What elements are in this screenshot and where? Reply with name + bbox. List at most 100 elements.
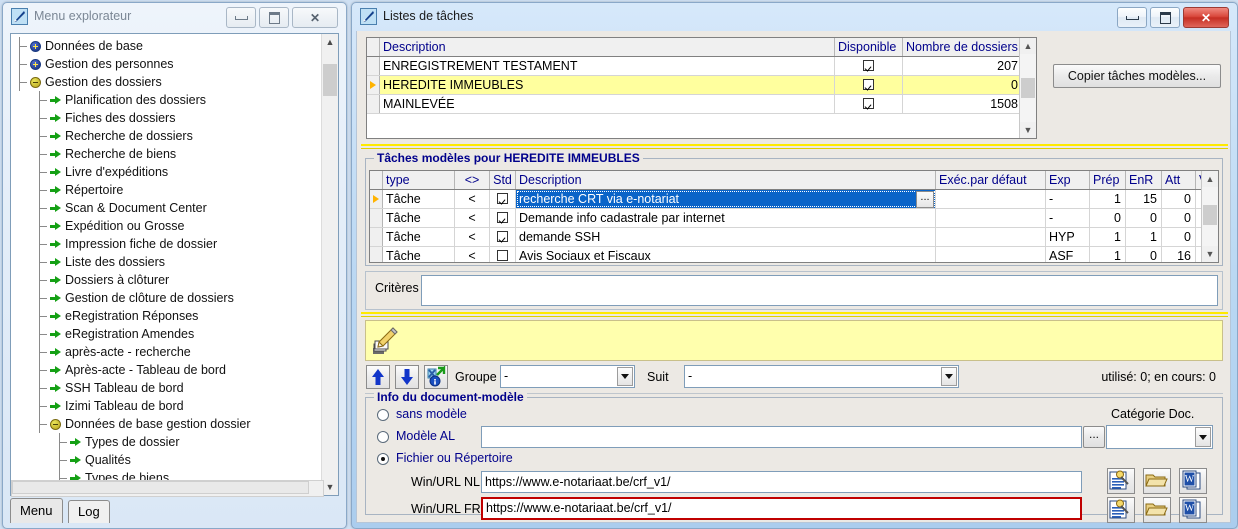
cell-att[interactable]: 16 <box>1162 247 1196 262</box>
cell-exp[interactable]: ASF <box>1046 247 1090 262</box>
chevron-down-icon[interactable] <box>617 367 633 386</box>
column-header-exp[interactable]: Exp <box>1046 171 1090 189</box>
tree-item-eregistration-amendes[interactable]: eRegistration Amendes <box>11 325 322 343</box>
tree-item-types-de-dossier[interactable]: Types de dossier <box>11 433 322 451</box>
column-header-enr[interactable]: EnR <box>1126 171 1162 189</box>
tab-menu[interactable]: Menu <box>10 498 63 523</box>
cell-nombre-dossiers[interactable]: 1508 <box>903 95 1023 113</box>
checkbox-std[interactable] <box>497 193 508 204</box>
tree-item-exp-dition-ou-grosse[interactable]: Expédition ou Grosse <box>11 217 322 235</box>
table-row[interactable]: Tâche<Avis Sociaux et FiscauxASF101690 <box>370 247 1218 262</box>
scroll-thumb[interactable] <box>1203 205 1217 225</box>
tree-item-impression-fiche-de-dossier[interactable]: Impression fiche de dossier <box>11 235 322 253</box>
tree-item-donn-es-de-base[interactable]: Données de base <box>11 37 322 55</box>
modele-al-browse-button[interactable]: ... <box>1083 426 1105 448</box>
chevron-down-icon[interactable] <box>941 367 957 386</box>
cell-prep[interactable]: 0 <box>1090 209 1126 227</box>
cell-comparator[interactable]: < <box>455 228 490 246</box>
edit-document-icon-button-nl[interactable] <box>1107 468 1135 494</box>
url-fr-input[interactable]: https://www.e-notariaat.be/crf_v1/ <box>481 497 1082 520</box>
left-window-titlebar[interactable]: Menu explorateur ✕ <box>3 3 346 30</box>
table-row[interactable]: Tâche<demande SSHHYP11060 <box>370 228 1218 247</box>
move-up-button[interactable] <box>366 365 390 389</box>
tree-item-gestion-de-cl-ture-de-dossiers[interactable]: Gestion de clôture de dossiers <box>11 289 322 307</box>
scroll-up-icon[interactable]: ▲ <box>322 34 338 50</box>
scroll-up-icon[interactable]: ▲ <box>1020 38 1036 54</box>
column-header-nombre-de-dossiers[interactable]: Nombre de dossiers <box>903 38 1023 56</box>
table-row[interactable]: Tâche < recherche CRT via e-notariat... -1 1… <box>370 190 1218 209</box>
cell-type[interactable]: Tâche <box>383 209 455 227</box>
table-row[interactable]: Tâche < Demande info cadastrale par intern… <box>370 209 1218 228</box>
scroll-down-icon[interactable]: ▼ <box>1202 246 1218 262</box>
maximize-button[interactable] <box>259 7 289 28</box>
tree-item-dossiers-cl-turer[interactable]: Dossiers à clôturer <box>11 271 322 289</box>
tree-item-izimi-tableau-de-bord[interactable]: Izimi Tableau de bord <box>11 397 322 415</box>
cell-std[interactable] <box>490 190 516 208</box>
lists-grid-scrollbar[interactable]: ▲ ▼ <box>1019 38 1036 138</box>
checkbox-disponible[interactable] <box>863 98 874 109</box>
tree-item-apr-s-acte-tableau-de-bord[interactable]: Après-acte - Tableau de bord <box>11 361 322 379</box>
column-header-description[interactable]: Description <box>516 171 936 189</box>
radio-sans-modele[interactable] <box>377 409 389 421</box>
hscroll-thumb[interactable] <box>12 481 309 494</box>
cell-disponible[interactable] <box>835 95 903 113</box>
close-button[interactable]: ✕ <box>292 7 338 28</box>
open-folder-icon-button-fr[interactable] <box>1143 497 1171 523</box>
plus-node-icon[interactable] <box>29 37 43 55</box>
cell-prep[interactable]: 1 <box>1090 247 1126 262</box>
tab-log[interactable]: Log <box>68 500 110 523</box>
tasks-grid-scrollbar[interactable]: ▲ ▼ <box>1201 171 1218 262</box>
cell-disponible[interactable] <box>835 76 903 94</box>
tree-item-eregistration-r-ponses[interactable]: eRegistration Réponses <box>11 307 322 325</box>
tree-item-qualit-s[interactable]: Qualités <box>11 451 322 469</box>
suit-select[interactable]: - <box>684 365 959 388</box>
close-button[interactable]: ✕ <box>1183 7 1229 28</box>
checkbox-std[interactable] <box>497 250 508 261</box>
cell-att[interactable]: 0 <box>1162 190 1196 208</box>
minus-node-icon[interactable] <box>49 415 63 433</box>
template-tasks-rows[interactable]: Tâche < recherche CRT via e-notariat... -1 1… <box>370 190 1218 262</box>
cell-enr[interactable]: 0 <box>1126 209 1162 227</box>
word-document-icon-button-nl[interactable]: W <box>1179 468 1207 494</box>
minus-node-icon[interactable] <box>29 73 43 91</box>
radio-modele-al[interactable] <box>377 431 389 443</box>
checkbox-disponible[interactable] <box>863 60 874 71</box>
column-header-description[interactable]: Description <box>380 38 835 56</box>
scroll-thumb[interactable] <box>323 64 337 96</box>
scroll-down-icon[interactable]: ▼ <box>1020 122 1036 138</box>
cell-description[interactable]: Avis Sociaux et Fiscaux <box>516 247 936 262</box>
table-row[interactable]: ENREGISTREMENT TESTAMENT 207 <box>367 57 1036 76</box>
cell-nombre-dossiers[interactable]: 207 <box>903 57 1023 75</box>
radio-fichier-repertoire[interactable] <box>377 453 389 465</box>
tree-item-recherche-de-biens[interactable]: Recherche de biens <box>11 145 322 163</box>
cell-executant[interactable] <box>936 228 1046 246</box>
cell-executant[interactable] <box>936 247 1046 262</box>
tree-item-r-pertoire[interactable]: Répertoire <box>11 181 322 199</box>
cell-description[interactable]: HEREDITE IMMEUBLES <box>380 76 835 94</box>
tree-item-livre-d-exp-ditions[interactable]: Livre d'expéditions <box>11 163 322 181</box>
tree-horizontal-scrollbar[interactable] <box>11 480 324 497</box>
open-folder-icon-button-nl[interactable] <box>1143 468 1171 494</box>
chevron-down-icon[interactable] <box>1195 427 1211 447</box>
cell-type[interactable]: Tâche <box>383 228 455 246</box>
table-row[interactable]: MAINLEVÉE 1508 <box>367 95 1036 114</box>
cell-exp[interactable]: - <box>1046 190 1090 208</box>
column-header-type[interactable]: type <box>383 171 455 189</box>
checkbox-std[interactable] <box>497 212 508 223</box>
column-header-disponible[interactable]: Disponible <box>835 38 903 56</box>
criteria-input[interactable] <box>421 275 1218 306</box>
cell-enr[interactable]: 1 <box>1126 228 1162 246</box>
groupe-select[interactable]: - <box>500 365 635 388</box>
checkbox-std[interactable] <box>497 231 508 242</box>
checkbox-disponible[interactable] <box>863 79 874 90</box>
tree-item-gestion-des-dossiers[interactable]: Gestion des dossiers <box>11 73 322 91</box>
cell-comparator[interactable]: < <box>455 209 490 227</box>
assign-info-button[interactable] <box>424 365 448 389</box>
copy-template-tasks-button[interactable]: Copier tâches modèles... <box>1053 64 1221 88</box>
cell-comparator[interactable]: < <box>455 247 490 262</box>
cell-description[interactable]: MAINLEVÉE <box>380 95 835 113</box>
cell-executant[interactable] <box>936 190 1046 208</box>
cell-exp[interactable]: - <box>1046 209 1090 227</box>
row-ellipsis-button[interactable]: ... <box>916 191 934 208</box>
cell-description[interactable]: ENREGISTREMENT TESTAMENT <box>380 57 835 75</box>
